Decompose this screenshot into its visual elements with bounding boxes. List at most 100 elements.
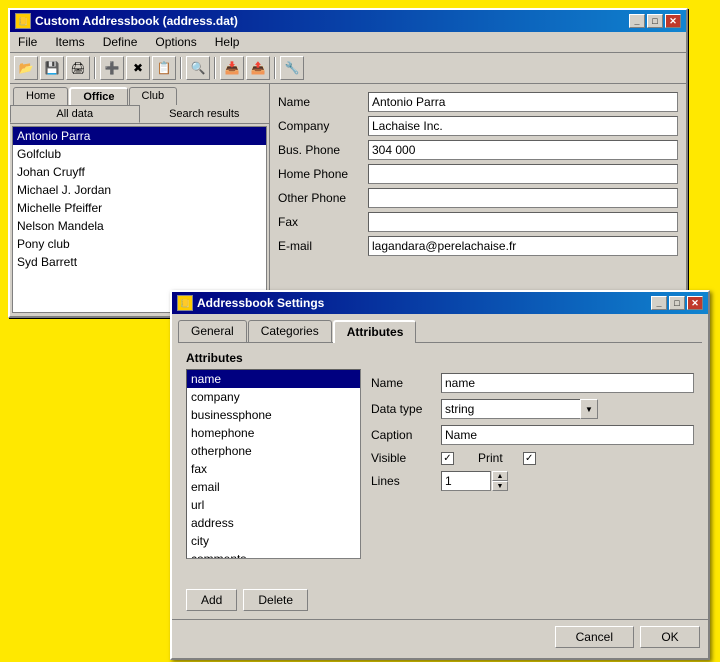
print-checkbox[interactable] [523,452,536,465]
dialog-tab-categories[interactable]: Categories [248,320,332,342]
visible-checkbox[interactable] [441,452,454,465]
export-button[interactable]: 📤 [246,56,270,80]
attr-item-businessphone[interactable]: businessphone [187,406,360,424]
attr-input-caption[interactable] [441,425,694,445]
attribute-list[interactable]: name company businessphone homephone oth… [186,369,361,559]
attr-item-otherphone[interactable]: otherphone [187,442,360,460]
label-fax: Fax [278,215,368,229]
menu-file[interactable]: File [14,34,41,50]
menu-help[interactable]: Help [211,34,244,50]
tab-club[interactable]: Club [129,87,178,105]
app-icon: 📒 [15,13,31,29]
input-email[interactable] [368,236,678,256]
menu-options[interactable]: Options [151,34,200,50]
attr-item-name[interactable]: name [187,370,360,388]
tab-home[interactable]: Home [13,87,68,105]
toolbar-sep-4 [274,57,276,79]
datatype-dropdown-icon[interactable]: ▼ [580,399,598,419]
attr-item-homephone[interactable]: homephone [187,424,360,442]
toolbar-sep-1 [94,57,96,79]
delete-attribute-button[interactable]: Delete [243,589,308,611]
menu-items[interactable]: Items [51,34,88,50]
print-button[interactable]: 🖨 [66,56,90,80]
dialog-close-button[interactable]: ✕ [687,296,703,310]
lines-spinner: ▲ ▼ [441,471,508,491]
contact-item-1[interactable]: Golfclub [13,145,266,163]
spinner-down-button[interactable]: ▼ [492,481,508,491]
dialog-footer-add-del: Add Delete [186,581,694,611]
contact-item-7[interactable]: Syd Barrett [13,253,266,271]
maximize-button[interactable]: □ [647,14,663,28]
attr-label-caption: Caption [371,428,441,442]
input-fax[interactable] [368,212,678,232]
label-otherphone: Other Phone [278,191,368,205]
dialog-title-bar: 📒 Addressbook Settings _ □ ✕ [172,292,708,314]
search-button[interactable]: 🔍 [186,56,210,80]
menu-define[interactable]: Define [99,34,142,50]
print-label: Print [478,451,503,465]
cancel-button[interactable]: Cancel [555,626,634,648]
save-button[interactable]: 💾 [40,56,64,80]
subtab-row: All data Search results [10,105,269,124]
settings-dialog: 📒 Addressbook Settings _ □ ✕ General Cat… [170,290,710,660]
contact-item-4[interactable]: Michelle Pfeiffer [13,199,266,217]
dialog-minimize-button[interactable]: _ [651,296,667,310]
contact-item-6[interactable]: Pony club [13,235,266,253]
dialog-maximize-button[interactable]: □ [669,296,685,310]
attr-label-name: Name [371,376,441,390]
dialog-tab-general[interactable]: General [178,320,247,342]
main-window: 📒 Custom Addressbook (address.dat) _ □ ✕… [8,8,688,318]
attr-label-datatype: Data type [371,402,441,416]
contact-list[interactable]: Antonio Parra Golfclub Johan Cruyff Mich… [12,126,267,313]
input-busphone[interactable] [368,140,678,160]
subtab-searchresults[interactable]: Search results [140,105,270,123]
open-button[interactable]: 📂 [14,56,38,80]
attr-input-datatype[interactable] [441,399,581,419]
attr-item-comments[interactable]: comments [187,550,360,559]
input-homephone[interactable] [368,164,678,184]
attr-item-email[interactable]: email [187,478,360,496]
close-button[interactable]: ✕ [665,14,681,28]
copy-button[interactable]: 📋 [152,56,176,80]
input-otherphone[interactable] [368,188,678,208]
add-attribute-button[interactable]: Add [186,589,237,611]
contact-item-2[interactable]: Johan Cruyff [13,163,266,181]
contact-item-0[interactable]: Antonio Parra [13,127,266,145]
minimize-button[interactable]: _ [629,14,645,28]
form-row-email: E-mail [278,236,678,256]
form-row-fax: Fax [278,212,678,232]
toolbar: 📂 💾 🖨 ➕ ✖ 📋 🔍 📥 📤 🔧 [10,53,686,84]
title-bar-left: 📒 Custom Addressbook (address.dat) [15,13,238,29]
contact-item-3[interactable]: Michael J. Jordan [13,181,266,199]
attr-input-name[interactable] [441,373,694,393]
dialog-tabs: General Categories Attributes [172,314,708,342]
ok-button[interactable]: OK [640,626,700,648]
label-homephone: Home Phone [278,167,368,181]
attr-item-company[interactable]: company [187,388,360,406]
label-company: Company [278,119,368,133]
menu-bar: File Items Define Options Help [10,32,686,53]
import-button[interactable]: 📥 [220,56,244,80]
spinner-up-button[interactable]: ▲ [492,471,508,481]
attr-label-lines: Lines [371,474,441,488]
add-button[interactable]: ➕ [100,56,124,80]
form-row-name: Name [278,92,678,112]
lines-input[interactable] [441,471,491,491]
form-row-busphone: Bus. Phone [278,140,678,160]
title-bar-buttons: _ □ ✕ [629,14,681,28]
delete-button[interactable]: ✖ [126,56,150,80]
contact-item-5[interactable]: Nelson Mandela [13,217,266,235]
dialog-tab-attributes[interactable]: Attributes [333,320,417,343]
attr-item-fax[interactable]: fax [187,460,360,478]
input-company[interactable] [368,116,678,136]
input-name[interactable] [368,92,678,112]
attr-item-url[interactable]: url [187,496,360,514]
tab-row: Home Office Club [10,84,269,105]
label-name: Name [278,95,368,109]
attr-item-address[interactable]: address [187,514,360,532]
attributes-section-label: Attributes [186,351,694,365]
tab-office[interactable]: Office [69,87,127,105]
attr-item-city[interactable]: city [187,532,360,550]
settings-button[interactable]: 🔧 [280,56,304,80]
subtab-alldata[interactable]: All data [10,105,140,123]
